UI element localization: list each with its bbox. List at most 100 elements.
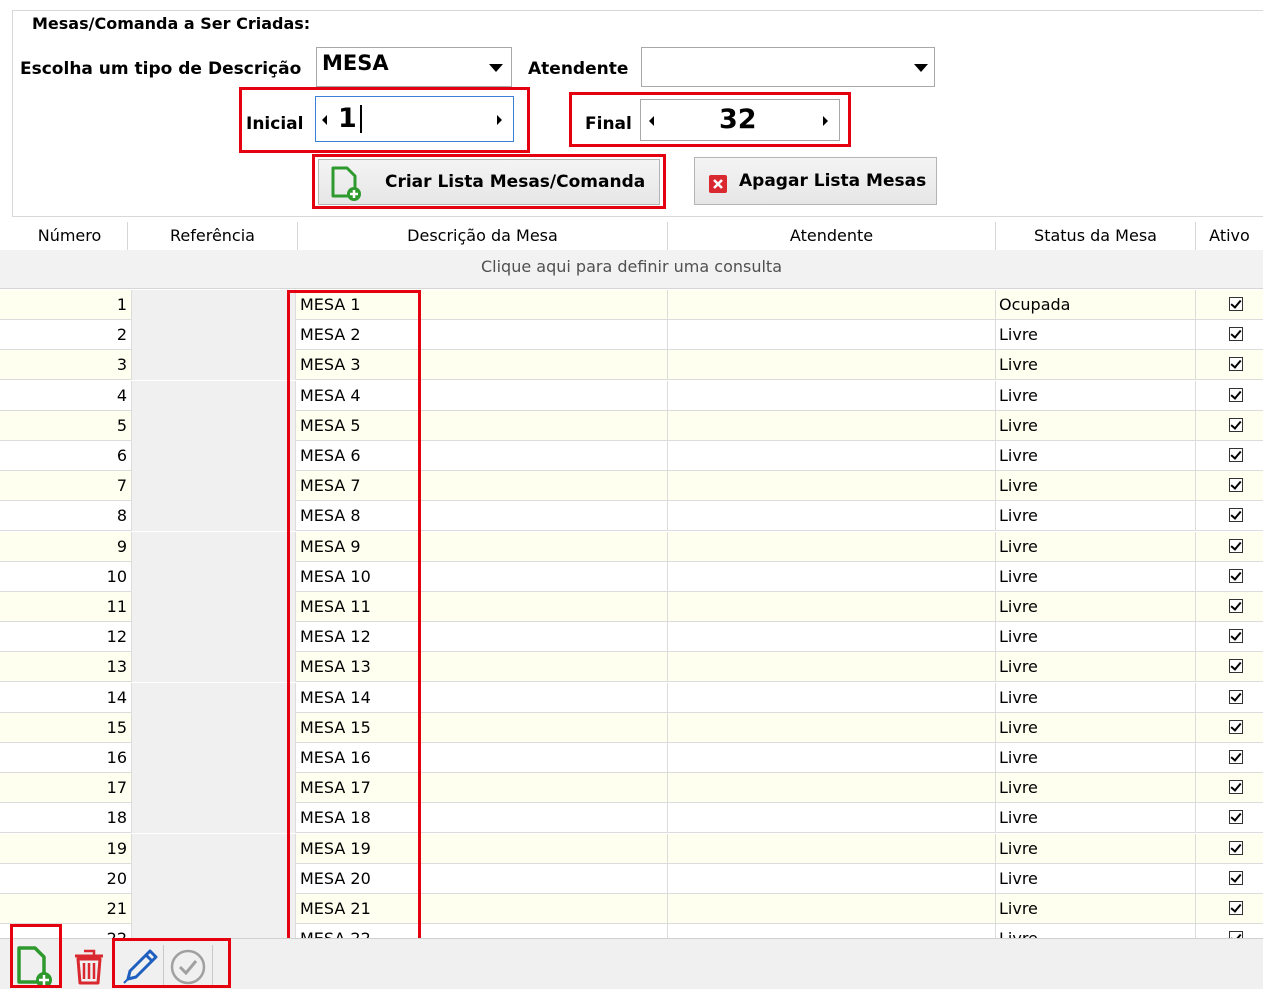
decrement-arrow-icon[interactable] <box>649 116 654 126</box>
cell-status[interactable]: Livre <box>996 441 1196 471</box>
cell-ativo[interactable] <box>1196 894 1263 924</box>
cell-status[interactable]: Livre <box>996 682 1196 713</box>
ativo-checkbox[interactable] <box>1229 417 1243 432</box>
cell-numero[interactable]: 18 <box>12 803 132 834</box>
table-row[interactable]: 21 MESA 21 Livre <box>0 894 1263 924</box>
cell-atendente[interactable] <box>668 803 996 834</box>
cell-numero[interactable]: 5 <box>12 410 132 441</box>
cell-referencia[interactable] <box>132 803 296 834</box>
cell-status[interactable]: Livre <box>996 471 1196 502</box>
cell-ativo[interactable] <box>1196 622 1263 652</box>
cell-numero[interactable]: 7 <box>12 471 132 502</box>
table-row[interactable]: 13 MESA 13 Livre <box>0 652 1263 683</box>
cell-ativo[interactable] <box>1196 290 1263 320</box>
ativo-checkbox[interactable] <box>1229 780 1243 795</box>
ativo-checkbox[interactable] <box>1229 689 1243 704</box>
cell-referencia[interactable] <box>132 290 296 320</box>
cell-atendente[interactable] <box>668 682 996 713</box>
cell-status[interactable]: Livre <box>996 531 1196 562</box>
cell-atendente[interactable] <box>668 320 996 351</box>
table-row[interactable]: 3 MESA 3 Livre <box>0 350 1263 381</box>
cell-ativo[interactable] <box>1196 683 1263 713</box>
cell-ativo[interactable] <box>1196 834 1263 864</box>
table-row[interactable]: 8 MESA 8 Livre <box>0 501 1263 532</box>
ativo-checkbox[interactable] <box>1229 448 1243 462</box>
cell-atendente[interactable] <box>668 501 996 532</box>
atendente-select[interactable] <box>641 47 935 87</box>
cell-referencia[interactable] <box>132 531 296 562</box>
cell-referencia[interactable] <box>132 592 296 622</box>
cell-status[interactable]: Livre <box>996 320 1196 351</box>
decrement-arrow-icon[interactable] <box>322 115 327 125</box>
ativo-checkbox[interactable] <box>1229 568 1243 583</box>
ativo-checkbox[interactable] <box>1229 901 1243 915</box>
cell-referencia[interactable] <box>132 833 296 864</box>
cell-atendente[interactable] <box>668 894 996 924</box>
cell-status[interactable]: Livre <box>996 863 1196 894</box>
cell-referencia[interactable] <box>132 471 296 502</box>
cell-numero[interactable]: 12 <box>12 622 132 653</box>
cell-numero[interactable]: 16 <box>12 743 132 773</box>
column-header-numero[interactable]: Número <box>12 222 128 250</box>
cell-referencia[interactable] <box>132 682 296 713</box>
cell-numero[interactable]: 2 <box>12 320 132 351</box>
cell-atendente[interactable] <box>668 924 996 938</box>
ativo-checkbox[interactable] <box>1229 659 1243 674</box>
filter-row[interactable]: Clique aqui para definir uma consulta <box>0 250 1263 289</box>
table-row[interactable]: 19 MESA 19 Livre <box>0 833 1263 864</box>
table-row[interactable]: 12 MESA 12 Livre <box>0 622 1263 653</box>
cell-referencia[interactable] <box>132 894 296 924</box>
cell-referencia[interactable] <box>132 863 296 894</box>
cell-status[interactable]: Livre <box>996 712 1196 743</box>
table-row[interactable]: 4 MESA 4 Livre <box>0 380 1263 411</box>
cell-numero[interactable]: 4 <box>12 380 132 411</box>
cell-atendente[interactable] <box>668 561 996 592</box>
cell-status[interactable]: Livre <box>996 652 1196 683</box>
table-row[interactable]: 2 MESA 2 Livre <box>0 320 1263 351</box>
cell-ativo[interactable] <box>1196 743 1263 773</box>
cell-atendente[interactable] <box>668 350 996 381</box>
cell-referencia[interactable] <box>132 501 296 532</box>
cell-referencia[interactable] <box>132 712 296 743</box>
table-row[interactable]: 22MESA 22Livre <box>0 924 1263 938</box>
ativo-checkbox[interactable] <box>1229 508 1243 523</box>
table-row[interactable]: 15 MESA 15 Livre <box>0 712 1263 743</box>
cell-atendente[interactable] <box>668 863 996 894</box>
ativo-checkbox[interactable] <box>1229 357 1243 372</box>
cell-referencia[interactable] <box>132 561 296 592</box>
cell-referencia[interactable] <box>132 743 296 773</box>
cell-atendente[interactable] <box>668 833 996 864</box>
criar-lista-button[interactable]: Criar Lista Mesas/Comanda <box>318 159 660 205</box>
cell-numero[interactable]: 14 <box>12 682 132 713</box>
cell-ativo[interactable] <box>1196 864 1263 894</box>
cell-status[interactable]: Livre <box>996 743 1196 773</box>
cell-ativo[interactable] <box>1196 381 1263 411</box>
cell-ativo[interactable] <box>1196 350 1263 380</box>
table-row[interactable]: 9 MESA 9 Livre <box>0 531 1263 562</box>
cell-ativo[interactable] <box>1196 562 1263 592</box>
table-row[interactable]: 1 MESA 1 Ocupada <box>0 290 1263 320</box>
ativo-checkbox[interactable] <box>1229 810 1243 825</box>
increment-arrow-icon[interactable] <box>497 115 502 125</box>
cell-ativo[interactable] <box>1196 803 1263 833</box>
table-row[interactable]: 10 MESA 10 Livre <box>0 561 1263 592</box>
cell-status[interactable]: Livre <box>996 350 1196 381</box>
cell-atendente[interactable] <box>668 471 996 502</box>
cell-numero[interactable]: 9 <box>12 531 132 562</box>
descricao-select[interactable]: MESA <box>316 47 512 87</box>
ativo-checkbox[interactable] <box>1229 599 1243 613</box>
cell-numero[interactable]: 11 <box>12 592 132 622</box>
column-header-descricao[interactable]: Descrição da Mesa <box>298 222 668 250</box>
cell-ativo[interactable] <box>1196 441 1263 471</box>
cell-atendente[interactable] <box>668 743 996 773</box>
cell-numero[interactable]: 17 <box>12 773 132 804</box>
ativo-checkbox[interactable] <box>1229 538 1243 553</box>
cell-numero[interactable]: 10 <box>12 561 132 592</box>
table-row[interactable]: 16 MESA 16 Livre <box>0 743 1263 773</box>
cell-numero[interactable]: 1 <box>12 290 132 320</box>
cell-ativo[interactable] <box>1196 713 1263 743</box>
ativo-checkbox[interactable] <box>1229 870 1243 885</box>
cell-atendente[interactable] <box>668 712 996 743</box>
column-header-atendente[interactable]: Atendente <box>668 222 996 250</box>
table-row[interactable]: 18 MESA 18 Livre <box>0 803 1263 834</box>
